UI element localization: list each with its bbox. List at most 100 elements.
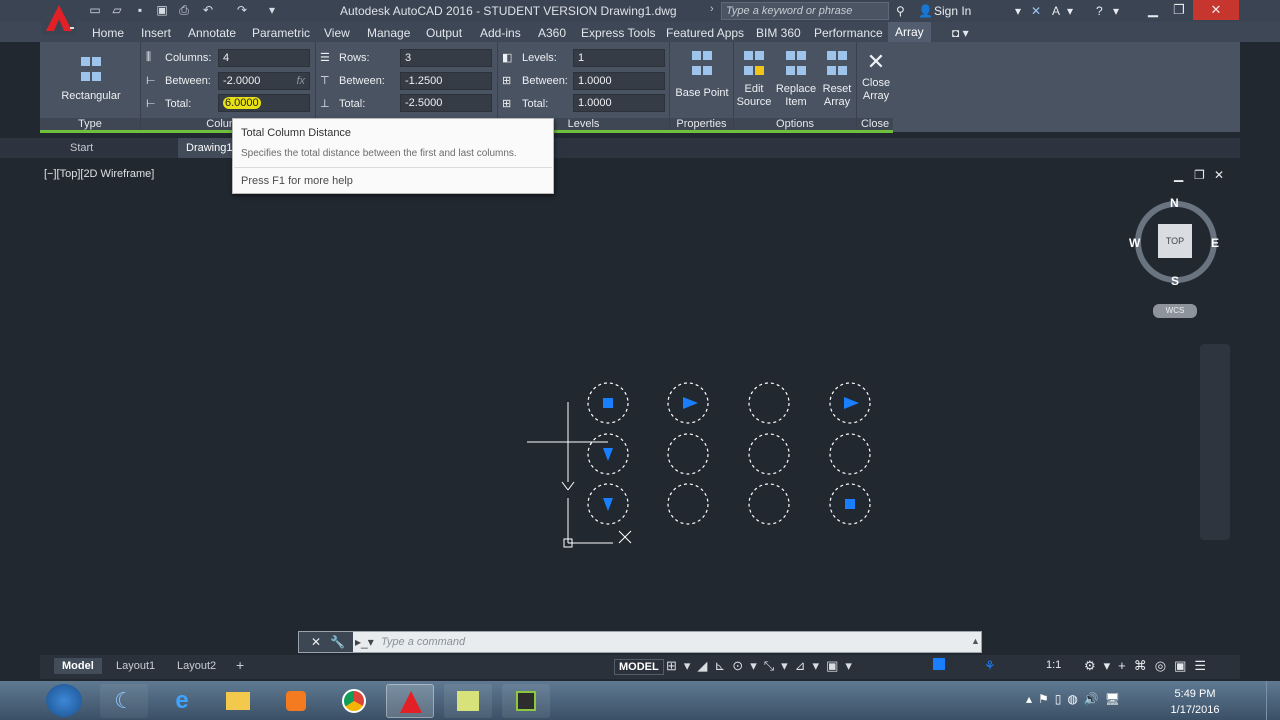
command-expand-icon[interactable]: ▲ [971,636,980,646]
internet-explorer-icon[interactable]: e [158,684,206,718]
replace-item-button[interactable]: Replace Item [775,50,817,109]
navigation-bar[interactable] [1200,344,1230,540]
rows-between-field[interactable]: -1.2500 [400,72,492,90]
a360-dropdown-icon[interactable]: ▾ [1067,4,1073,18]
columns-label: Columns: [165,52,212,64]
tab-add-ins[interactable]: Add-ins [480,26,521,40]
model-space-button[interactable]: MODEL [614,659,664,675]
camtasia-icon[interactable] [502,684,550,718]
exchange-icon[interactable]: ✕ [1031,4,1041,18]
close-window-icon[interactable]: ✕ [1193,0,1239,20]
levels-between-field[interactable]: 1.0000 [573,72,665,90]
help-icon[interactable]: ? [1096,4,1103,18]
binoculars-icon[interactable]: ⚲ [896,4,905,18]
tab-layout2[interactable]: Layout2 [177,660,216,672]
tab-array[interactable]: Array [888,22,931,42]
tab-express-tools[interactable]: Express Tools [581,26,655,40]
rectangular-array-icon [54,56,128,86]
command-history-icon[interactable]: ▸_▾ [355,635,374,649]
tab-start[interactable]: Start [70,142,93,154]
viewport-close-icon[interactable]: ✕ [1214,168,1224,182]
open-icon[interactable]: ▱ [109,3,125,18]
rows-total-field[interactable]: -2.5000 [400,94,492,112]
a360-icon[interactable]: A [1052,4,1060,18]
plot-icon[interactable]: ⎙ [176,3,192,18]
tab-view[interactable]: View [324,26,350,40]
ribbon-panel: Rectangular Type ⫼ Columns: 4 ⊢ Between:… [40,42,1240,132]
drafting-tools-icons[interactable]: ⊞▾◢⊾⊙▾⤡▾⊿▾▣▾ [666,658,859,674]
autocad-taskbar-icon[interactable] [386,684,434,718]
annotation-scale[interactable]: 1:1 [1046,659,1061,671]
title-bar: ▭ ▱ ▪ ▣ ⎙ ↶ ↷ ▾ Autodesk AutoCAD 2016 - … [0,0,1280,35]
drawing-viewport[interactable]: [−][Top][2D Wireframe] ▁ ❐ ✕ TOP N S E W… [40,162,1236,652]
redo-icon[interactable]: ↷ [234,3,250,18]
chevron-right-icon[interactable]: › [710,3,714,15]
clock-date[interactable]: 1/17/2016 [1160,704,1230,716]
rows-field[interactable]: 3 [400,49,492,67]
close-array-button[interactable]: ✕ Close Array [858,50,894,103]
start-button[interactable] [46,684,82,717]
tab-insert[interactable]: Insert [141,26,171,40]
customize-dropdown-icon[interactable]: ▾ [264,3,280,18]
divider [234,167,552,168]
tab-manage[interactable]: Manage [367,26,410,40]
file-explorer-icon[interactable] [214,684,262,718]
search-input[interactable]: Type a keyword or phrase [721,2,889,20]
ucs-icon [561,481,632,548]
undo-icon[interactable]: ↶ [200,3,216,18]
annotation-visibility-icon[interactable]: ⚘ [984,658,996,674]
finder-app-icon[interactable]: ☾ [100,684,148,718]
user-icon[interactable]: 👤 [918,4,933,18]
levels-total-field[interactable]: 1.0000 [573,94,665,112]
selection-cycling-icon[interactable] [933,658,945,670]
command-line: ✕ 🔧 ▸_▾ Type a command ▲ [298,631,982,653]
levels-field[interactable]: 1 [573,49,665,67]
window-title: Autodesk AutoCAD 2016 - STUDENT VERSION … [340,4,677,18]
edit-source-button[interactable]: Edit Source [735,50,773,109]
tab-performance[interactable]: Performance [814,26,883,40]
reset-array-button[interactable]: Reset Array [818,50,856,109]
media-player-icon[interactable] [272,684,320,718]
sign-in-button[interactable]: Sign In [934,4,971,18]
columns-field[interactable]: 4 [218,49,310,67]
tab-bim-360[interactable]: BIM 360 [756,26,801,40]
tab-featured-apps[interactable]: Featured Apps [666,26,744,40]
show-desktop-button[interactable] [1266,681,1280,720]
restore-icon[interactable]: ❐ [1166,0,1192,20]
add-layout-icon[interactable]: + [236,657,244,673]
tab-home[interactable]: Home [92,26,124,40]
replace-item-icon [775,50,817,80]
rectangular-button[interactable]: Rectangular [54,56,128,103]
minimize-icon[interactable]: ▁ [1140,0,1166,20]
sign-in-dropdown-icon[interactable]: ▾ [1015,4,1021,18]
autocad-logo[interactable] [42,1,76,35]
tab-output[interactable]: Output [426,26,462,40]
tab-layout1[interactable]: Layout1 [116,660,155,672]
save-icon[interactable]: ▪ [132,3,148,18]
status-tools-icons[interactable]: ⚙▾+⌘◎▣☰ [1084,658,1214,674]
columns-total-field[interactable]: 6.0000 [218,94,310,112]
tab-parametric[interactable]: Parametric [252,26,310,40]
chrome-icon[interactable] [330,684,378,718]
clock-time[interactable]: 5:49 PM [1160,688,1230,700]
viewport-restore-icon[interactable]: ❐ [1194,168,1205,182]
command-input[interactable]: Type a command [381,636,465,648]
compass-east[interactable]: E [1211,236,1219,250]
tab-annotate[interactable]: Annotate [188,26,236,40]
ribbon-tab-bar: Home Insert Annotate Parametric View Man… [0,22,1280,42]
help-dropdown-icon[interactable]: ▾ [1113,4,1119,18]
panel-toggle-icon[interactable]: ◘ ▾ [952,26,969,40]
wrench-icon[interactable]: 🔧 [330,635,345,649]
close-icon: ✕ [866,49,886,74]
sticky-notes-icon[interactable] [444,684,492,718]
new-icon[interactable]: ▭ [87,3,103,18]
tab-model[interactable]: Model [54,658,102,674]
level-total-icon: ⊞ [502,98,512,110]
close-command-icon[interactable]: ✕ [311,635,321,649]
tab-a360[interactable]: A360 [538,26,566,40]
system-tray-icons[interactable]: ▴⚑▯◍🔊🖥 [1026,692,1126,706]
column-total-icon: ⊢ [146,98,156,110]
columns-between-field[interactable]: -2.0000 fx [218,72,310,90]
base-point-button[interactable]: Base Point [672,50,732,100]
save-as-icon[interactable]: ▣ [154,3,170,18]
